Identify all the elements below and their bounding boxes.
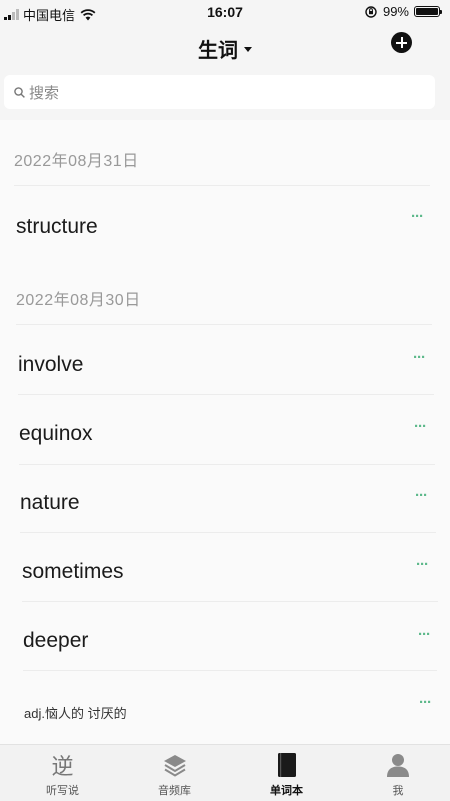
battery-percent: 99% (382, 4, 409, 19)
tab-wordbook[interactable]: 单词本 (234, 745, 339, 801)
divider (18, 394, 434, 395)
divider (19, 464, 435, 465)
more-icon[interactable]: ··· (411, 208, 424, 225)
word-list: 2022年08月31日 structure ··· 2022年08月30日 in… (0, 120, 450, 744)
page-title: 生词 (198, 40, 238, 62)
search-input[interactable]: 搜索 (4, 75, 435, 109)
more-icon[interactable]: ··· (418, 626, 431, 643)
person-icon (387, 754, 409, 777)
tab-bar: 逆 听写说 音频库 单词本 我 (0, 744, 450, 801)
nav-bar: 生词 (0, 24, 450, 70)
tab-audio-library[interactable]: 音频库 (122, 745, 227, 801)
search-icon (14, 86, 25, 98)
list-item-note[interactable]: adj.恼人的 讨厌的 (24, 703, 450, 722)
status-bar: 中国电信 16:07 99% (0, 0, 450, 24)
tab-label: 音频库 (158, 785, 191, 797)
list-item-word[interactable]: equinox (19, 422, 450, 446)
search-placeholder: 搜索 (29, 84, 60, 102)
tab-dictation[interactable]: 逆 听写说 (10, 745, 115, 801)
caret-down-icon (244, 47, 252, 53)
add-button[interactable] (391, 32, 412, 53)
more-icon[interactable]: ··· (416, 556, 429, 573)
battery-icon (414, 6, 442, 17)
more-icon[interactable]: ··· (419, 694, 432, 711)
list-item-word[interactable]: involve (18, 353, 450, 377)
list-item-word[interactable]: structure (16, 215, 450, 239)
divider (23, 670, 437, 671)
tab-label: 我 (392, 785, 404, 797)
layers-icon (163, 755, 186, 777)
title-dropdown[interactable]: 生词 (0, 34, 450, 63)
more-icon[interactable]: ··· (414, 418, 427, 435)
tab-me[interactable]: 我 (346, 745, 450, 801)
divider (22, 601, 438, 602)
more-icon[interactable]: ··· (413, 349, 426, 366)
divider (16, 324, 432, 325)
ni-character-icon: 逆 (51, 755, 74, 780)
rotation-lock-icon (365, 5, 377, 18)
list-item-word[interactable]: nature (20, 491, 450, 515)
more-icon[interactable]: ··· (415, 487, 428, 504)
list-item-word[interactable]: sometimes (22, 560, 450, 584)
list-item-word[interactable]: deeper (23, 629, 450, 653)
status-right: 99% (365, 4, 442, 19)
date-header: 2022年08月30日 (16, 292, 141, 309)
book-icon (277, 753, 296, 777)
divider (20, 532, 436, 533)
search-bar: 搜索 (0, 70, 450, 120)
tab-label: 单词本 (270, 785, 303, 797)
divider (14, 185, 430, 186)
tab-label: 听写说 (46, 785, 79, 797)
date-header: 2022年08月31日 (14, 153, 139, 170)
